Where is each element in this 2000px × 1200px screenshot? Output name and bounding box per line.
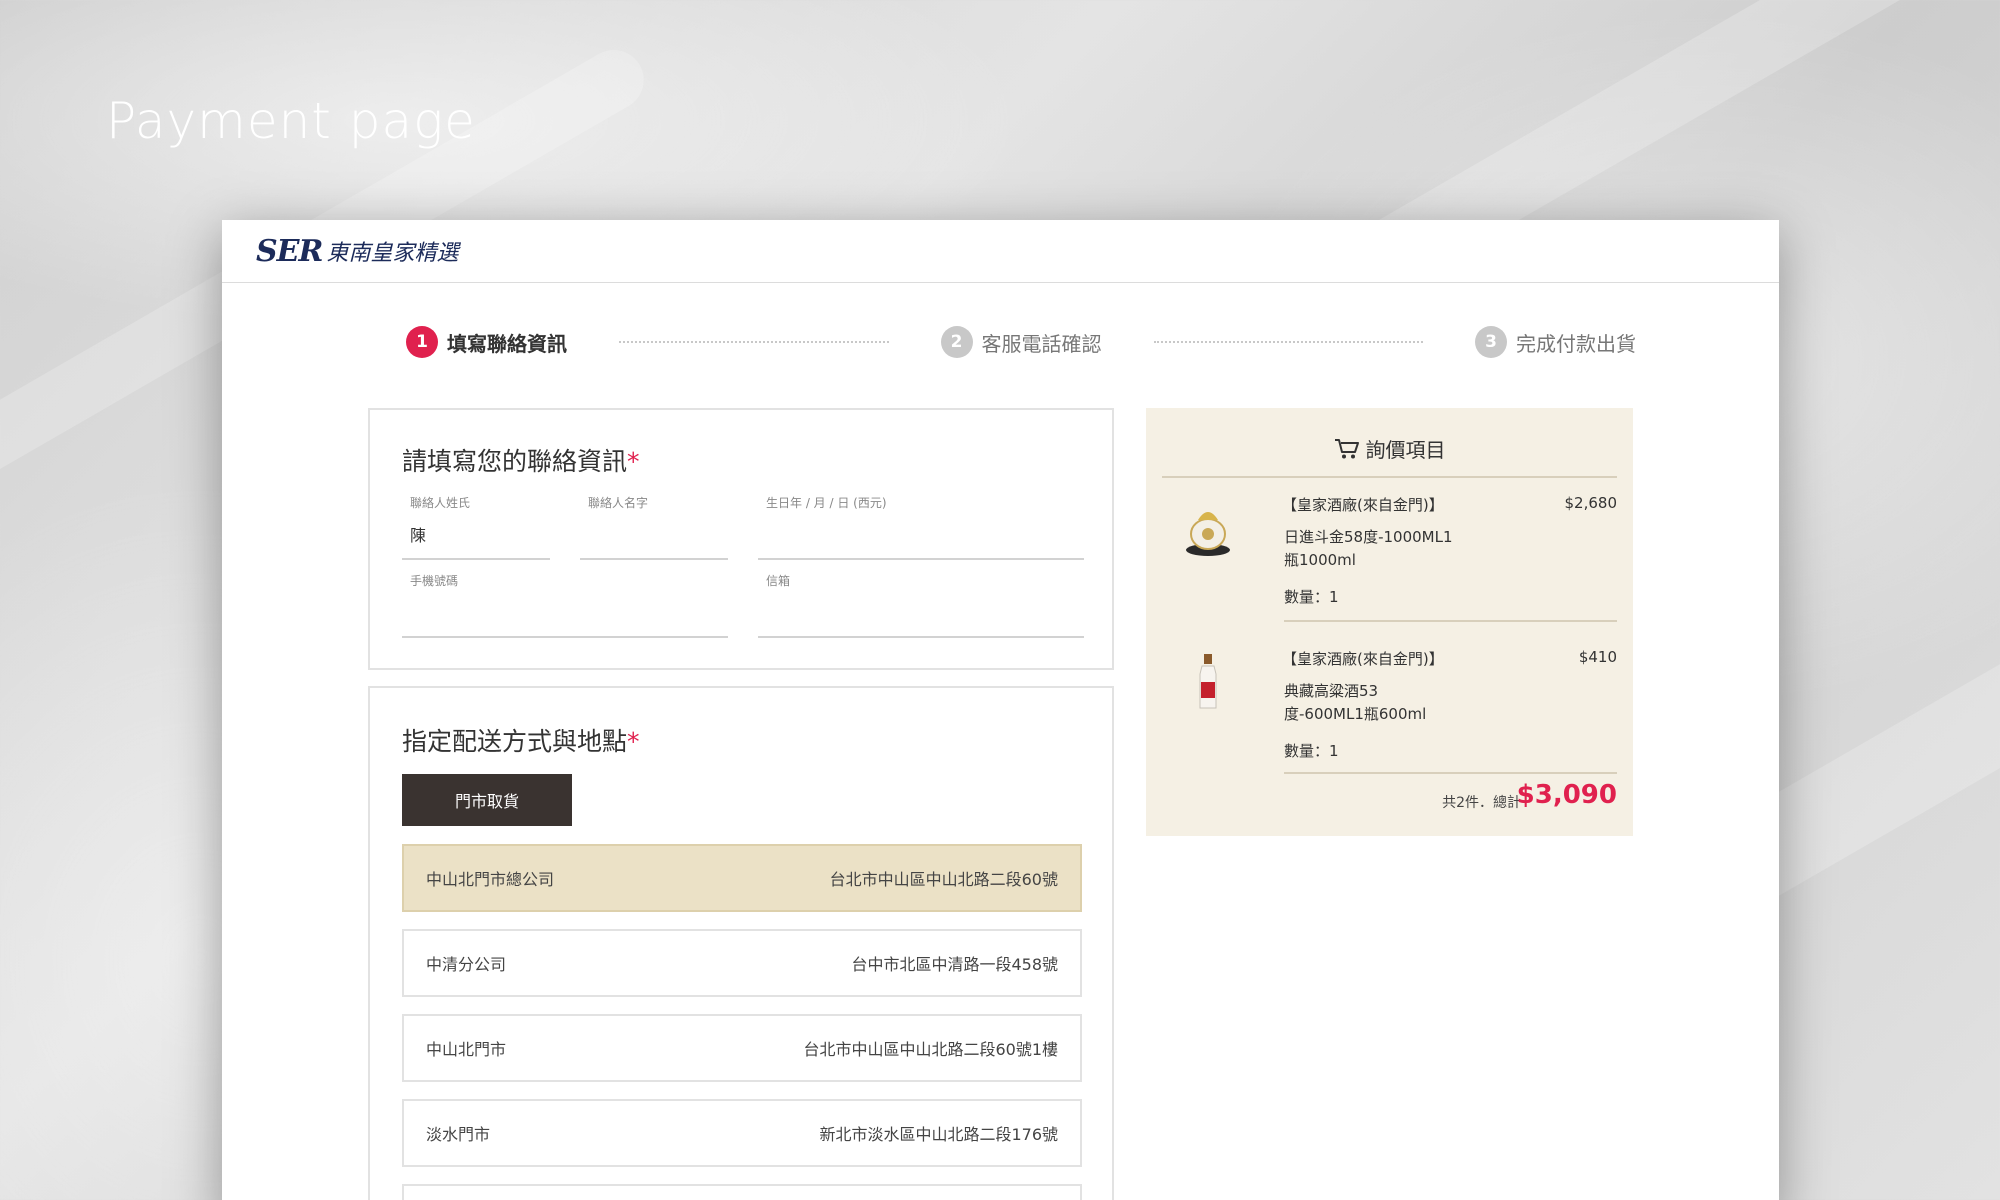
step-connector xyxy=(619,341,889,343)
item-brand: 【皇家酒廠(來自金門)】 xyxy=(1282,496,1444,514)
contact-title: 請填寫您的聯絡資訊* xyxy=(402,447,640,476)
phone-field[interactable]: 手機號碼 xyxy=(402,572,728,638)
summary-divider xyxy=(1284,772,1617,774)
total-value: $3,090 xyxy=(1516,780,1617,810)
item-brand: 【皇家酒廠(來自金門)】 xyxy=(1282,650,1444,668)
store-option[interactable] xyxy=(402,1184,1082,1200)
store-name: 淡水門市 xyxy=(426,1125,491,1144)
surname-field[interactable]: 聯絡人姓氏 陳 xyxy=(402,494,550,560)
site-header: SER 東南皇家精選 xyxy=(222,220,1779,283)
store-address: 台北市中山區中山北路二段60號1樓 xyxy=(803,1040,1058,1059)
delivery-card: 指定配送方式與地點* 門市取貨 中山北門市總公司 台北市中山區中山北路二段60號… xyxy=(368,686,1114,1200)
step-3-label: 完成付款出貨 xyxy=(1516,331,1636,356)
page-heading: Payment page xyxy=(106,92,476,150)
logo-mark[interactable]: SER xyxy=(256,234,323,269)
birthday-field[interactable]: 生日年 / 月 / 日 (西元) xyxy=(758,494,1084,560)
step-connector xyxy=(1153,341,1423,343)
store-address: 台北市中山區中山北路二段60號 xyxy=(829,870,1058,889)
cart-icon xyxy=(1334,438,1359,458)
store-address: 新北市淡水區中山北路二段176號 xyxy=(819,1125,1058,1144)
item-name[interactable]: 典藏高粱酒53 度-600ML1瓶600ml xyxy=(1284,680,1484,726)
step-2: 2 客服電話確認 xyxy=(940,326,1102,358)
quote-summary: 詢價項目 【皇家酒廠(來自金門)】 $2,680 日進斗金58度-1000ML1… xyxy=(1146,408,1633,836)
given-name-label: 聯絡人名字 xyxy=(588,496,649,510)
step-1: 1 填寫聯絡資訊 xyxy=(406,326,567,358)
delivery-title: 指定配送方式與地點* xyxy=(402,727,640,756)
summary-divider xyxy=(1284,620,1617,622)
email-field[interactable]: 信箱 xyxy=(758,572,1084,638)
summary-divider xyxy=(1162,476,1617,478)
product-image[interactable] xyxy=(1178,500,1238,560)
store-option[interactable]: 淡水門市 新北市淡水區中山北路二段176號 xyxy=(402,1099,1082,1167)
item-quantity: 數量：1 xyxy=(1284,742,1339,760)
summary-title: 詢價項目 xyxy=(1146,434,1633,463)
item-price: $410 xyxy=(1578,648,1617,666)
contact-info-card: 請填寫您的聯絡資訊* 聯絡人姓氏 陳 聯絡人名字 生日年 / 月 / 日 (西元… xyxy=(368,408,1114,670)
surname-value[interactable]: 陳 xyxy=(410,522,426,546)
step-2-number: 2 xyxy=(940,326,973,358)
checkout-steps: 1 填寫聯絡資訊 2 客服電話確認 3 完成付款出貨 xyxy=(406,326,1636,358)
store-option[interactable]: 中山北門市總公司 台北市中山區中山北路二段60號 xyxy=(402,844,1082,912)
logo-text[interactable]: 東南皇家精選 xyxy=(326,235,458,267)
store-option[interactable]: 中山北門市 台北市中山區中山北路二段60號1樓 xyxy=(402,1014,1082,1082)
email-label: 信箱 xyxy=(766,574,791,588)
store-pickup-button[interactable]: 門市取貨 xyxy=(402,774,572,826)
step-2-label: 客服電話確認 xyxy=(981,331,1102,356)
item-price: $2,680 xyxy=(1564,494,1618,512)
store-name: 中清分公司 xyxy=(426,955,507,974)
total-label: 共2件．總計 xyxy=(1442,795,1521,811)
given-name-field[interactable]: 聯絡人名字 xyxy=(580,494,728,560)
store-address: 台中市北區中清路一段458號 xyxy=(851,955,1058,974)
store-name: 中山北門市 xyxy=(426,1040,507,1059)
product-image[interactable] xyxy=(1178,652,1238,712)
birthday-label: 生日年 / 月 / 日 (西元) xyxy=(766,496,887,510)
item-name[interactable]: 日進斗金58度-1000ML1 瓶1000ml xyxy=(1284,526,1484,572)
step-1-label: 填寫聯絡資訊 xyxy=(447,331,567,356)
step-3-number: 3 xyxy=(1475,326,1507,358)
surname-label: 聯絡人姓氏 xyxy=(410,496,471,510)
browser-window: SER 東南皇家精選 1 填寫聯絡資訊 2 客服電話確認 3 完成付款出貨 請填… xyxy=(222,220,1779,1200)
step-3: 3 完成付款出貨 xyxy=(1475,326,1636,358)
store-name: 中山北門市總公司 xyxy=(426,870,555,889)
store-option[interactable]: 中清分公司 台中市北區中清路一段458號 xyxy=(402,929,1082,997)
phone-label: 手機號碼 xyxy=(410,574,459,588)
step-1-number: 1 xyxy=(406,326,438,358)
item-quantity: 數量：1 xyxy=(1284,588,1339,606)
